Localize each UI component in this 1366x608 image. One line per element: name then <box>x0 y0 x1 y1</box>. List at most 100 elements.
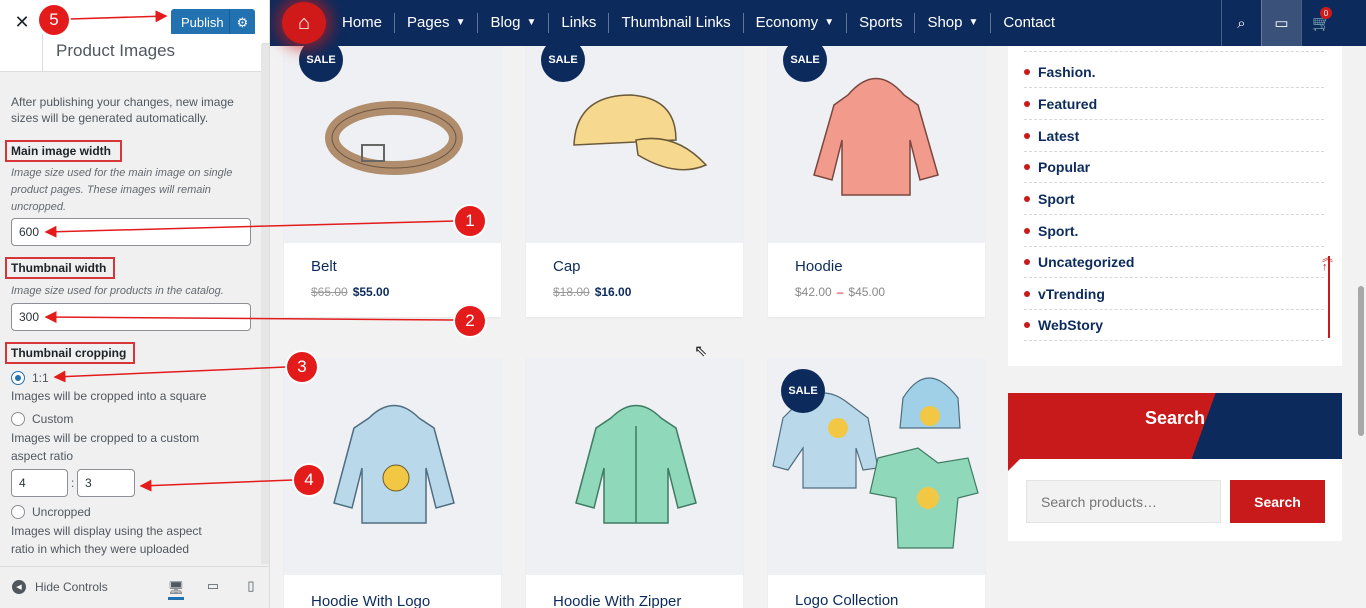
bullet-icon <box>1024 196 1030 202</box>
bullet-icon <box>1024 69 1030 75</box>
scrollbar-thumb[interactable] <box>1358 286 1364 436</box>
nav-label: Blog <box>490 14 521 31</box>
radio-uncropped-desc-1: Images will display using the aspect <box>11 524 202 538</box>
hide-controls-button[interactable]: ◀ Hide Controls <box>12 580 108 594</box>
site-navbar: ⌂ Home Pages ▼ Blog ▼ Links Thumbnail Link… <box>270 0 1366 46</box>
bullet-icon <box>1024 259 1030 265</box>
screen: ✕ Publish ⚙ Product Images After publish… <box>0 0 1366 608</box>
customizer-footer: ◀ Hide Controls 🖥 ▭ ▯ <box>0 566 269 608</box>
nav-menu: Home Pages ▼ Blog ▼ Links Thumbnail Links … <box>330 0 1067 46</box>
intro-text-1: After publishing your changes, new image <box>11 95 234 109</box>
page-scrollbar[interactable] <box>1356 46 1366 608</box>
product-name[interactable]: Cap <box>553 258 581 275</box>
radio-uncropped[interactable] <box>11 505 25 519</box>
search-button[interactable]: Search <box>1230 480 1325 523</box>
sale-price: $55.00 <box>352 285 390 299</box>
radio-custom-desc-1: Images will be cropped to a custom <box>11 431 200 445</box>
product-name[interactable]: Logo Collection <box>795 592 898 608</box>
price-separator: – <box>837 285 844 299</box>
nav-item-sports[interactable]: Sports <box>847 13 916 33</box>
product-name[interactable]: Hoodie <box>795 258 843 275</box>
category-label: Fashion. <box>1038 64 1096 80</box>
product-image[interactable] <box>526 358 743 575</box>
cart-icon[interactable]: 🛒 0 <box>1301 0 1341 46</box>
product-card[interactable]: SALE Logo Collection <box>768 358 985 608</box>
product-card[interactable]: SALE Belt $65.00 $55.00 <box>284 20 501 317</box>
home-icon[interactable]: ⌂ <box>282 2 326 44</box>
hoodie-with-zipper-image <box>575 404 697 524</box>
product-price: $42.00 – $45.00 <box>795 285 885 299</box>
category-label: Uncategorized <box>1038 254 1135 270</box>
publish-button[interactable]: Publish ⚙ <box>171 9 255 36</box>
product-card[interactable]: SALE Hoodie $42.00 – $45.00 <box>768 20 985 317</box>
nav-label: Contact <box>1003 14 1056 31</box>
product-name[interactable]: Hoodie With Zipper <box>553 593 681 608</box>
product-price: $18.00 $16.00 <box>553 285 631 299</box>
main-image-width-input[interactable] <box>11 218 251 246</box>
nav-item-blog[interactable]: Blog ▼ <box>478 13 550 33</box>
category-label: Sport <box>1038 191 1075 207</box>
nav-item-home[interactable]: Home <box>330 13 396 33</box>
radio-custom-desc-2: aspect ratio <box>11 449 74 463</box>
price-min: $42.00 <box>795 285 832 299</box>
nav-label: Sports <box>859 14 903 31</box>
category-label: Popular <box>1038 159 1091 175</box>
search-widget: Search Search <box>1008 393 1342 541</box>
category-label: Featured <box>1038 96 1098 112</box>
nav-item-economy[interactable]: Economy ▼ <box>744 13 848 33</box>
nav-item-pages[interactable]: Pages ▼ <box>395 13 479 33</box>
gear-icon[interactable]: ⚙ <box>229 9 255 36</box>
category-item[interactable]: Popular <box>1024 152 1324 183</box>
categories-widget: Fashion. Featured Latest Popular Sport S… <box>1008 46 1342 366</box>
search-icon[interactable]: ⌕ <box>1221 0 1261 46</box>
nav-item-contact[interactable]: Contact <box>991 13 1067 33</box>
nav-item-shop[interactable]: Shop ▼ <box>915 13 992 33</box>
category-item[interactable]: Sport <box>1024 184 1324 215</box>
category-item[interactable]: Uncategorized <box>1024 247 1324 278</box>
sidebar-scrollbar[interactable] <box>261 44 269 564</box>
collapse-icon: ◀ <box>12 580 26 594</box>
category-item[interactable]: Latest <box>1024 121 1324 152</box>
nav-item-thumbnail-links[interactable]: Thumbnail Links <box>609 13 744 33</box>
product-card[interactable]: SALE Cap $18.00 $16.00 <box>526 20 743 317</box>
main-image-desc-3: uncropped. <box>11 201 67 213</box>
section-header: Product Images <box>0 34 262 72</box>
radio-1-1[interactable] <box>11 371 25 385</box>
mobile-preview-icon[interactable]: ▯ <box>243 578 259 594</box>
hide-controls-label: Hide Controls <box>35 580 108 594</box>
sale-price: $16.00 <box>594 285 632 299</box>
old-price: $65.00 <box>311 285 348 299</box>
category-scrollbar[interactable] <box>1328 256 1330 338</box>
category-item[interactable]: Featured <box>1024 89 1324 120</box>
category-label: Sport. <box>1038 223 1079 239</box>
old-price: $18.00 <box>553 285 590 299</box>
category-item[interactable]: WebStory <box>1024 310 1324 341</box>
chevron-down-icon: ▼ <box>824 17 835 28</box>
search-widget-header: Search <box>1008 393 1342 471</box>
monitor-icon[interactable]: ▭ <box>1261 0 1301 46</box>
thumbnail-width-input[interactable] <box>11 303 251 331</box>
tablet-preview-icon[interactable]: ▭ <box>205 578 221 594</box>
bullet-icon <box>1024 101 1030 107</box>
thumbnail-desc: Image size used for products in the cata… <box>11 285 224 297</box>
category-item[interactable]: Fashion. <box>1024 57 1324 88</box>
product-card[interactable]: Hoodie With Zipper <box>526 358 743 608</box>
desktop-preview-icon[interactable]: 🖥 <box>168 578 184 600</box>
price-max: $45.00 <box>848 285 886 299</box>
nav-label: Economy <box>755 14 819 31</box>
chevron-down-icon: ▼ <box>526 17 537 28</box>
main-image-desc-1: Image size used for the main image on si… <box>11 167 233 179</box>
ratio-height-input[interactable] <box>77 469 135 497</box>
ratio-width-input[interactable] <box>11 469 68 497</box>
nav-item-links[interactable]: Links <box>549 13 610 33</box>
product-name[interactable]: Belt <box>311 258 337 275</box>
radio-1-1-label: 1:1 <box>32 371 49 385</box>
product-name[interactable]: Hoodie With Logo <box>311 593 430 608</box>
category-item[interactable]: Sport. <box>1024 216 1324 247</box>
back-button[interactable] <box>0 34 43 72</box>
category-item[interactable]: vTrending <box>1024 279 1324 310</box>
category-label: WebStory <box>1038 317 1104 333</box>
search-products-input[interactable] <box>1026 480 1221 523</box>
radio-custom[interactable] <box>11 412 25 426</box>
product-price: $65.00 $55.00 <box>311 285 389 299</box>
